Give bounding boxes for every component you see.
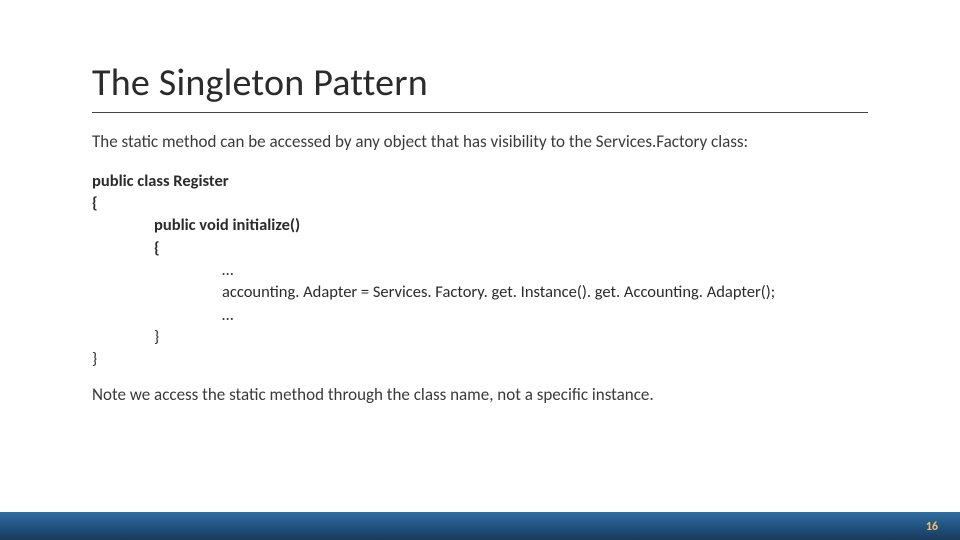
code-line: public class Register [92, 170, 868, 192]
code-line: } [92, 326, 868, 348]
code-line: … [92, 304, 868, 326]
code-block: public class Register { public void init… [92, 170, 868, 370]
code-line: } [92, 348, 868, 370]
code-line: { [92, 237, 868, 259]
page-number: 16 [926, 520, 938, 534]
code-line: accounting. Adapter = Services. Factory.… [92, 281, 868, 303]
footer-bar: 16 [0, 512, 960, 540]
slide: The Singleton Pattern The static method … [0, 0, 960, 540]
slide-title: The Singleton Pattern [92, 60, 868, 113]
code-line: public void initialize() [92, 214, 868, 236]
code-line: { [92, 192, 868, 214]
note-text: Note we access the static method through… [92, 384, 868, 407]
code-line: … [92, 259, 868, 281]
intro-text: The static method can be accessed by any… [92, 131, 868, 154]
